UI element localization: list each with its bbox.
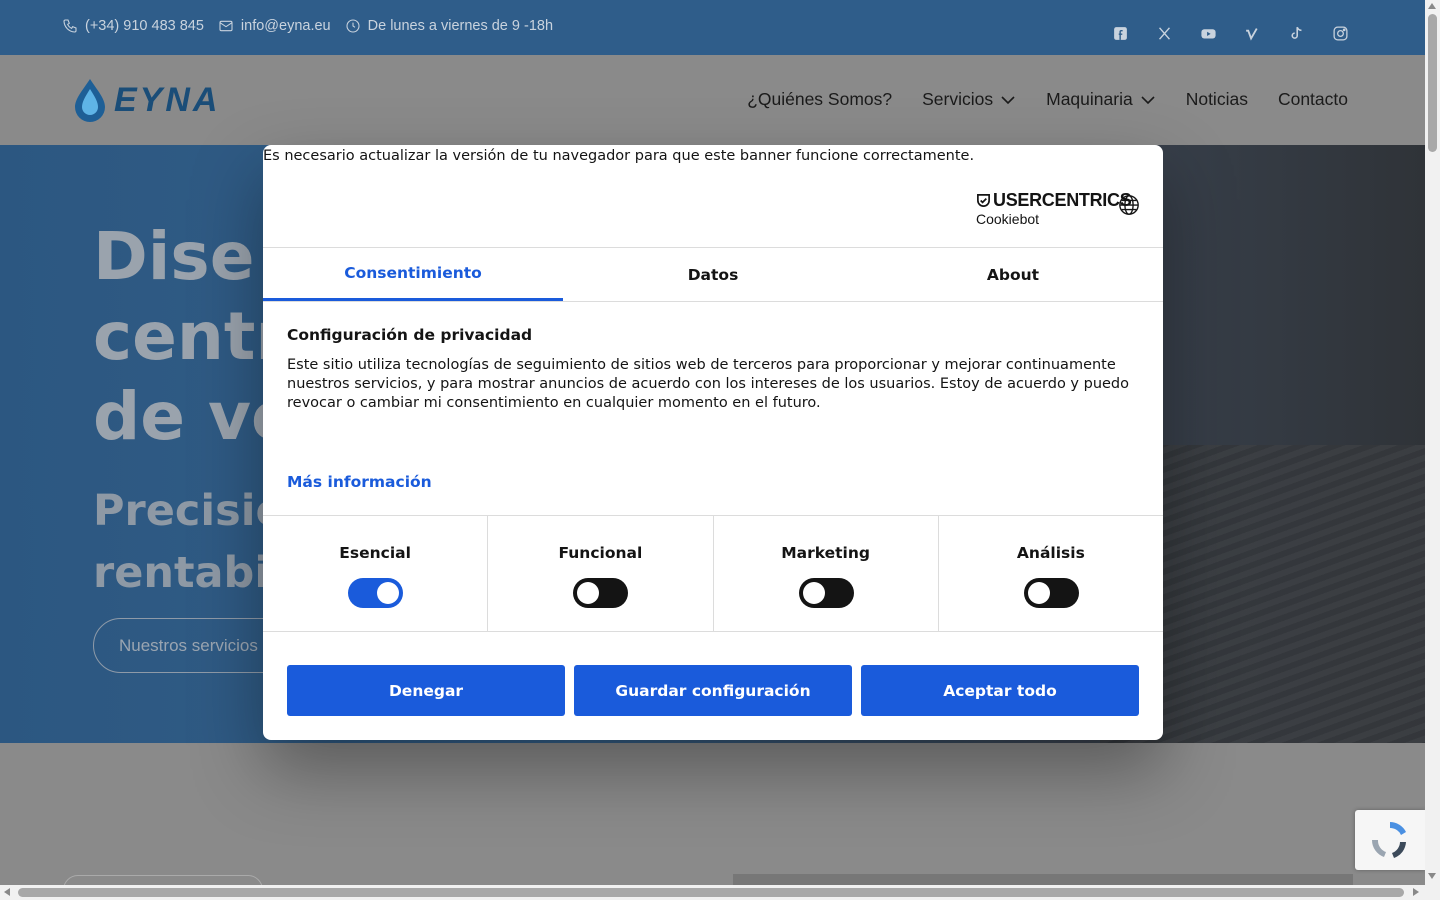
vertical-scroll-thumb[interactable] bbox=[1428, 14, 1437, 152]
browser-update-warning: Es necesario actualizar la versión de tu… bbox=[263, 148, 975, 164]
contact-info: (+34) 910 483 845 info@eyna.eu De lunes … bbox=[62, 18, 567, 34]
hero-subtitle-line: rentabil bbox=[93, 548, 284, 598]
category-label: Funcional bbox=[558, 544, 643, 562]
scroll-down-arrow[interactable] bbox=[1428, 873, 1436, 879]
nav-label: Contacto bbox=[1277, 89, 1348, 109]
hours-text: De lunes a viernes de 9 -18h bbox=[367, 18, 554, 34]
phone-number: (+34) 910 483 845 bbox=[85, 18, 204, 34]
vimeo-icon[interactable] bbox=[1243, 24, 1261, 42]
deny-button[interactable]: Denegar bbox=[287, 665, 565, 716]
consent-buttons: Denegar Guardar configuración Aceptar to… bbox=[287, 665, 1139, 716]
privacy-title: Configuración de privacidad bbox=[287, 326, 533, 344]
nav-contacto[interactable]: Contacto bbox=[1278, 89, 1348, 110]
social-links bbox=[1085, 24, 1349, 42]
x-icon[interactable] bbox=[1155, 24, 1173, 42]
phone-contact[interactable]: (+34) 910 483 845 bbox=[62, 18, 204, 34]
category-esencial: Esencial bbox=[263, 516, 489, 631]
tiktok-icon[interactable] bbox=[1287, 24, 1305, 42]
instagram-icon[interactable] bbox=[1331, 24, 1349, 42]
top-contact-bar: (+34) 910 483 845 info@eyna.eu De lunes … bbox=[0, 0, 1425, 55]
scroll-left-arrow[interactable] bbox=[4, 888, 10, 896]
scroll-right-arrow[interactable] bbox=[1413, 888, 1419, 896]
nav-noticias[interactable]: Noticias bbox=[1186, 89, 1248, 110]
opening-hours: De lunes a viernes de 9 -18h bbox=[345, 18, 553, 34]
horizontal-scrollbar[interactable] bbox=[0, 885, 1440, 900]
site-logo[interactable]: EYNA bbox=[72, 77, 220, 123]
nav-label: Noticias bbox=[1185, 89, 1248, 109]
save-settings-button[interactable]: Guardar configuración bbox=[574, 665, 852, 716]
hero-subtitle: Precisió rentabil bbox=[93, 480, 285, 604]
category-label: Esencial bbox=[339, 544, 411, 562]
phone-icon bbox=[63, 19, 77, 33]
globe-icon[interactable] bbox=[1118, 194, 1140, 216]
nav-quienes-somos[interactable]: ¿Quiénes Somos? bbox=[747, 89, 892, 110]
facebook-icon[interactable] bbox=[1111, 24, 1129, 42]
toggle-knob bbox=[377, 582, 399, 604]
cookie-consent-dialog: Es necesario actualizar la versión de tu… bbox=[263, 145, 1163, 740]
chevron-down-icon bbox=[1141, 95, 1155, 104]
horizontal-scroll-thumb[interactable] bbox=[18, 888, 1404, 897]
category-funcional: Funcional bbox=[488, 516, 714, 631]
more-info-link[interactable]: Más información bbox=[287, 473, 432, 491]
toggle-knob bbox=[1027, 582, 1050, 604]
accept-all-button[interactable]: Aceptar todo bbox=[861, 665, 1139, 716]
toggle-knob bbox=[577, 582, 600, 604]
consent-categories: Esencial Funcional Marketing Análisis bbox=[263, 515, 1163, 632]
hero-subtitle-line: Precisió bbox=[93, 486, 285, 536]
nav-maquinaria[interactable]: Maquinaria bbox=[1046, 89, 1156, 110]
marketing-toggle[interactable] bbox=[798, 578, 854, 608]
tab-about[interactable]: About bbox=[863, 248, 1163, 301]
recaptcha-badge[interactable] bbox=[1355, 810, 1425, 870]
toggle-knob bbox=[802, 582, 825, 604]
brand-main: USERCENTRICS bbox=[976, 190, 1132, 211]
esencial-toggle[interactable] bbox=[348, 578, 403, 608]
youtube-icon[interactable] bbox=[1199, 24, 1217, 42]
tab-datos[interactable]: Datos bbox=[563, 248, 863, 301]
chevron-down-icon bbox=[1001, 95, 1015, 104]
usercentrics-logo[interactable]: USERCENTRICS Cookiebot bbox=[976, 190, 1132, 227]
scroll-up-arrow[interactable] bbox=[1428, 3, 1436, 9]
email-contact[interactable]: info@eyna.eu bbox=[218, 18, 331, 34]
nav-label: Servicios bbox=[922, 89, 994, 109]
mail-icon bbox=[219, 20, 233, 32]
category-marketing: Marketing bbox=[714, 516, 939, 631]
category-analisis: Análisis bbox=[939, 516, 1163, 631]
analisis-toggle[interactable] bbox=[1023, 578, 1079, 608]
content-section bbox=[0, 743, 1425, 900]
main-nav: ¿Quiénes Somos? Servicios Maquinaria Not… bbox=[717, 89, 1348, 110]
funcional-toggle[interactable] bbox=[573, 578, 629, 608]
vertical-scrollbar[interactable] bbox=[1425, 0, 1440, 885]
brand-sub-text: Cookiebot bbox=[976, 211, 1040, 227]
nav-label: ¿Quiénes Somos? bbox=[747, 89, 893, 109]
shield-check-icon bbox=[977, 194, 990, 207]
logo-text: EYNA bbox=[114, 80, 221, 119]
category-label: Marketing bbox=[781, 544, 871, 562]
site-header: EYNA ¿Quiénes Somos? Servicios Maquinari… bbox=[0, 55, 1425, 145]
category-label: Análisis bbox=[1016, 544, 1085, 562]
tab-consentimiento[interactable]: Consentimiento bbox=[263, 248, 563, 301]
clock-icon bbox=[346, 19, 360, 33]
privacy-description: Este sitio utiliza tecnologías de seguim… bbox=[287, 357, 1130, 411]
brand-main-text: USERCENTRICS bbox=[993, 190, 1132, 210]
nav-label: Maquinaria bbox=[1046, 89, 1133, 109]
email-address: info@eyna.eu bbox=[240, 18, 331, 34]
consent-tabs: Consentimiento Datos About bbox=[263, 248, 1163, 302]
nav-servicios[interactable]: Servicios bbox=[922, 89, 1016, 110]
water-drop-icon bbox=[75, 79, 105, 122]
recaptcha-icon bbox=[1372, 822, 1406, 858]
